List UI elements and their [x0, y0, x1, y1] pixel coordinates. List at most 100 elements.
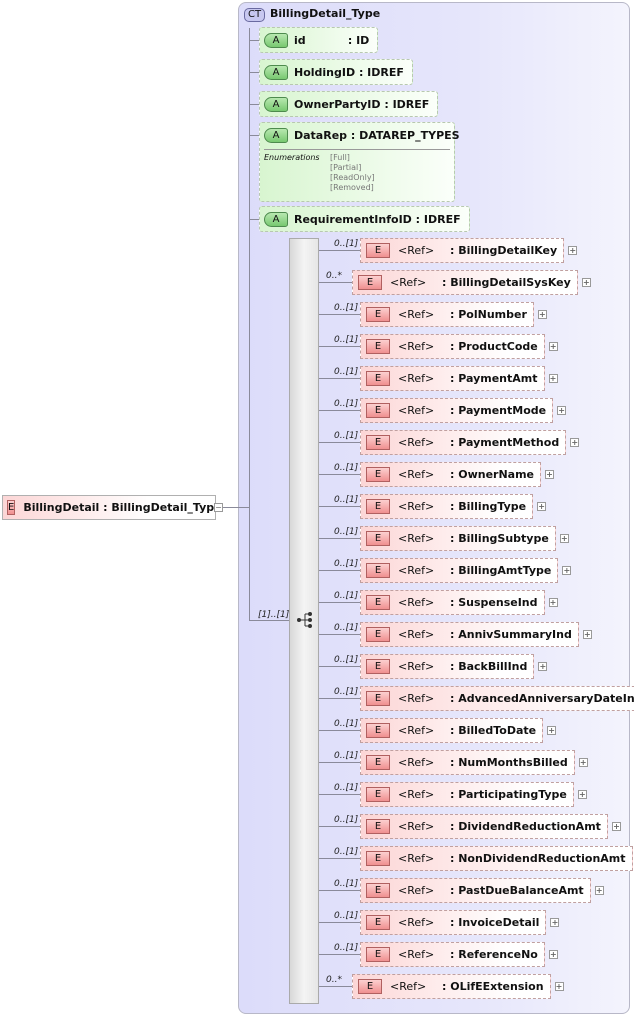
- element-cardinality: 0..*: [326, 975, 342, 985]
- expand-icon[interactable]: +: [545, 470, 555, 479]
- element-ref[interactable]: E <Ref>: ReferenceNo +: [360, 942, 558, 967]
- element-ref-label: <Ref>: [398, 852, 435, 865]
- element-icon: E: [366, 787, 390, 802]
- element-name: : DividendReductionAmt: [450, 820, 601, 833]
- attribute-icon: A: [264, 128, 288, 143]
- expand-icon[interactable]: +: [538, 662, 548, 671]
- element-name: : ReferenceNo: [450, 948, 538, 961]
- expand-icon[interactable]: +: [568, 246, 578, 255]
- element-ref[interactable]: E <Ref>: ProductCode +: [360, 334, 558, 359]
- attribute-OwnerPartyID[interactable]: A OwnerPartyID : IDREF: [259, 91, 439, 117]
- element-cardinality: 0..[1]: [334, 655, 359, 665]
- connector-line: [249, 620, 289, 621]
- attribute-icon: A: [264, 64, 288, 80]
- element-ref[interactable]: E <Ref>: AnnivSummaryInd +: [360, 622, 592, 647]
- element-cardinality: 0..[1]: [334, 815, 359, 825]
- connector-line: [319, 634, 360, 635]
- element-ref[interactable]: E <Ref>: PaymentAmt +: [360, 366, 558, 391]
- element-ref[interactable]: E <Ref>: NumMonthsBilled +: [360, 750, 588, 775]
- complex-type-title: BillingDetail_Type: [270, 7, 381, 20]
- element-icon: E: [366, 467, 390, 482]
- attribute-RequirementInfoID[interactable]: A RequirementInfoID : IDREF: [259, 206, 470, 232]
- element-ref[interactable]: E <Ref>: BillingDetailKey +: [360, 238, 578, 263]
- attribute-type: : IDREF: [415, 212, 461, 226]
- expand-icon[interactable]: +: [548, 950, 558, 959]
- attribute-HoldingID[interactable]: A HoldingID : IDREF: [259, 59, 413, 85]
- element-name: : ParticipatingType: [450, 788, 567, 801]
- attribute-name: HoldingID: [294, 65, 356, 79]
- element-ref[interactable]: E <Ref>: PaymentMethod +: [360, 430, 580, 455]
- element-ref-label: <Ref>: [398, 532, 435, 545]
- element-ref[interactable]: E <Ref> : DividendReductionAmt +: [360, 814, 621, 839]
- expand-icon[interactable]: +: [570, 438, 580, 447]
- element-ref[interactable]: E <Ref>: PolNumber +: [360, 302, 547, 327]
- expand-icon[interactable]: +: [578, 758, 588, 767]
- element-name: : BilledToDate: [450, 724, 537, 737]
- expand-icon[interactable]: +: [537, 310, 547, 319]
- attribute-icon: A: [264, 32, 288, 48]
- element-ref[interactable]: E <Ref>: BillingAmtType +: [360, 558, 572, 583]
- element-cardinality: 0..[1]: [334, 495, 359, 505]
- element-cardinality: 0..*: [326, 271, 342, 281]
- element-ref[interactable]: E <Ref>: BilledToDate +: [360, 718, 557, 743]
- expand-icon[interactable]: +: [562, 566, 572, 575]
- element-ref[interactable]: E <Ref>: PastDueBalanceAmt +: [360, 878, 604, 903]
- attribute-name: DataRep: [294, 129, 348, 142]
- element-ref[interactable]: E<Ref>: NonDividendReductionAmt+: [360, 846, 633, 871]
- connector-line: [319, 698, 360, 699]
- expand-icon[interactable]: +: [548, 342, 558, 351]
- expand-icon[interactable]: +: [581, 278, 591, 287]
- expand-icon[interactable]: +: [548, 598, 558, 607]
- attribute-DataRep[interactable]: A DataRep : DATAREP_TYPES Enumerations [Ful…: [259, 122, 460, 202]
- attribute-name: id: [294, 33, 306, 47]
- expand-icon[interactable]: +: [557, 406, 567, 415]
- expand-icon[interactable]: +: [550, 918, 560, 927]
- element-ref[interactable]: E <Ref>: OLifEExtension +: [352, 974, 564, 999]
- expand-icon[interactable]: +: [554, 982, 564, 991]
- root-element-name: BillingDetail: [23, 501, 100, 514]
- enumeration-value: [ReadOnly]: [330, 173, 375, 182]
- attribute-id[interactable]: Aid : ID: [259, 27, 379, 53]
- element-ref[interactable]: E <Ref>: BillingType +: [360, 494, 547, 519]
- expand-icon[interactable]: +: [547, 726, 557, 735]
- element-ref[interactable]: E <Ref>: BillingSubtype +: [360, 526, 569, 551]
- complex-type-icon: CT: [244, 8, 266, 22]
- element-ref[interactable]: E <Ref>: BillingDetailSysKey +: [352, 270, 591, 295]
- element-ref-label: <Ref>: [398, 820, 435, 833]
- expand-icon[interactable]: +: [559, 534, 569, 543]
- connector-line: [319, 730, 360, 731]
- element-name: : PaymentAmt: [450, 372, 538, 385]
- element-icon: E: [366, 371, 390, 386]
- expand-icon[interactable]: +: [548, 374, 558, 383]
- element-ref[interactable]: E <Ref>: OwnerName +: [360, 462, 555, 487]
- element-cardinality: 0..[1]: [334, 687, 359, 697]
- connector-line: [319, 282, 352, 283]
- element-ref[interactable]: E <Ref>: BackBillInd +: [360, 654, 548, 679]
- element-icon: E: [366, 819, 390, 834]
- element-ref[interactable]: E <Ref> : ParticipatingType +: [360, 782, 587, 807]
- element-icon: E: [358, 275, 382, 290]
- element-ref-label: <Ref>: [398, 340, 435, 353]
- connector-line: [319, 442, 360, 443]
- element-ref[interactable]: E <Ref>: SuspenseInd +: [360, 590, 558, 615]
- element-cardinality: 0..[1]: [334, 559, 359, 569]
- expand-icon[interactable]: +: [577, 790, 587, 799]
- expand-icon[interactable]: +: [582, 630, 592, 639]
- expand-icon[interactable]: +: [611, 822, 621, 831]
- root-element[interactable]: E BillingDetail : BillingDetail_Type: [2, 495, 222, 520]
- expand-icon[interactable]: +: [594, 886, 604, 895]
- connector-line: [319, 794, 360, 795]
- collapse-icon[interactable]: −: [214, 503, 223, 512]
- connector-line: [319, 410, 360, 411]
- element-name: : BillingAmtType: [450, 564, 552, 577]
- element-name: : BillingDetailSysKey: [442, 276, 571, 289]
- element-name: : PaymentMode: [450, 404, 547, 417]
- element-ref[interactable]: E <Ref>: PaymentMode +: [360, 398, 567, 423]
- element-ref[interactable]: E <Ref>: InvoiceDetail +: [360, 910, 560, 935]
- element-ref-label: <Ref>: [398, 788, 435, 801]
- element-cardinality: 0..[1]: [334, 591, 359, 601]
- element-name: : PolNumber: [450, 308, 527, 321]
- enumeration-value: [Removed]: [330, 183, 374, 192]
- element-ref[interactable]: E<Ref>: AdvancedAnniversaryDateInd+: [360, 686, 634, 711]
- expand-icon[interactable]: +: [537, 502, 547, 511]
